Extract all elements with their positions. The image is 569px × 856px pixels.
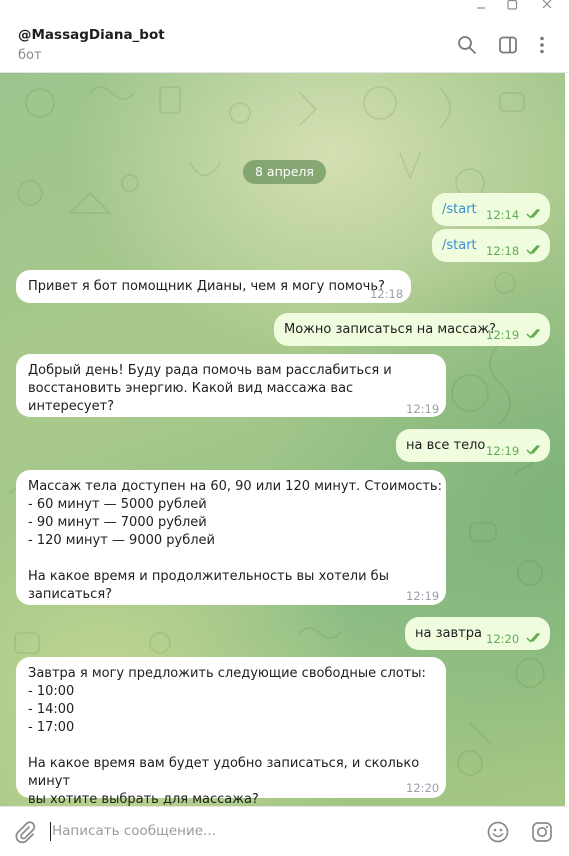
- message-text: Завтра я могу предложить следующие свобо…: [28, 666, 426, 807]
- message-text: Привет я бот помощник Дианы, чем я могу …: [28, 279, 385, 294]
- message-time: 12:20: [486, 632, 520, 646]
- message-time: 12:18: [370, 287, 404, 301]
- sidebar-toggle-icon[interactable]: [497, 34, 519, 56]
- search-icon[interactable]: [456, 34, 478, 56]
- message-outgoing[interactable]: на завтра 12:20: [405, 617, 550, 650]
- message-incoming[interactable]: Массаж тела доступен на 60, 90 или 120 м…: [16, 470, 446, 605]
- close-icon[interactable]: [532, 0, 562, 16]
- message-incoming[interactable]: Завтра я могу предложить следующие свобо…: [16, 657, 446, 807]
- message-time: 12:19: [406, 402, 440, 416]
- message-time: 12:19: [486, 328, 520, 342]
- message-outgoing[interactable]: Можно записаться на массаж? 12:19: [274, 313, 550, 346]
- double-check-icon: [526, 245, 541, 255]
- message-text: на завтра: [415, 626, 482, 641]
- window-edge: [565, 73, 569, 806]
- message-time: 12:19: [486, 444, 520, 458]
- message-text: Добрый день! Буду рада помочь вам рассла…: [28, 363, 392, 414]
- camera-icon[interactable]: [530, 820, 554, 844]
- message-text: Массаж тела доступен на 60, 90 или 120 м…: [28, 479, 442, 602]
- message-outgoing[interactable]: /start 12:18: [432, 229, 550, 262]
- double-check-icon: [526, 445, 541, 455]
- chat-subtitle: бот: [18, 48, 42, 63]
- attach-icon[interactable]: [13, 820, 37, 844]
- message-time: 12:19: [406, 589, 440, 603]
- date-divider: 8 апреля: [243, 160, 326, 184]
- chat-title[interactable]: @MassagDiana_bot: [18, 27, 165, 43]
- message-time: 12:14: [486, 208, 520, 222]
- maximize-icon[interactable]: [497, 0, 527, 16]
- message-text[interactable]: /start: [442, 237, 477, 255]
- message-text[interactable]: /start: [442, 201, 477, 219]
- message-composer: Написать сообщение...: [0, 806, 569, 856]
- message-text: Можно записаться на массаж?: [284, 322, 496, 337]
- message-time: 12:20: [406, 781, 440, 795]
- message-outgoing[interactable]: /start 12:14: [432, 193, 550, 226]
- double-check-icon: [526, 633, 541, 643]
- chat-header: @MassagDiana_bot бот: [0, 17, 569, 73]
- more-vert-icon[interactable]: [531, 34, 553, 56]
- window-titlebar: [0, 0, 569, 17]
- double-check-icon: [526, 209, 541, 219]
- double-check-icon: [526, 329, 541, 339]
- minimize-icon[interactable]: [466, 0, 496, 16]
- message-incoming[interactable]: Добрый день! Буду рада помочь вам рассла…: [16, 354, 446, 417]
- message-incoming[interactable]: Привет я бот помощник Дианы, чем я могу …: [16, 270, 411, 303]
- message-outgoing[interactable]: на все тело 12:19: [396, 429, 550, 462]
- text-caret: [50, 822, 51, 841]
- message-input[interactable]: Написать сообщение...: [52, 823, 216, 839]
- message-time: 12:18: [486, 244, 520, 258]
- message-text: на все тело: [406, 438, 486, 453]
- emoji-icon[interactable]: [486, 820, 510, 844]
